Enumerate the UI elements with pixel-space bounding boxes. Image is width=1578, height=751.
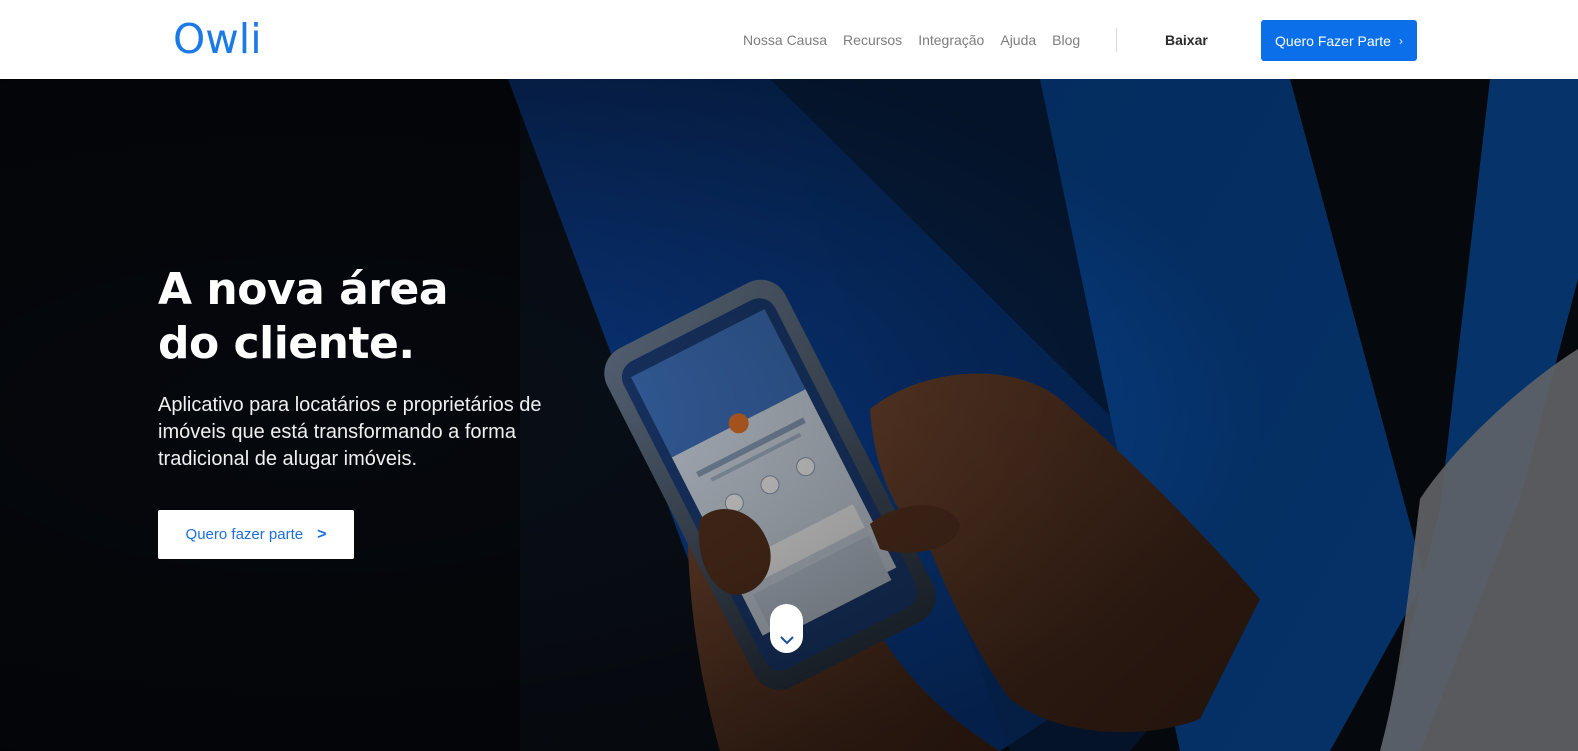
nav-link-ajuda[interactable]: Ajuda — [1000, 30, 1036, 50]
nav-divider — [1116, 28, 1117, 52]
hero-subtitle: Aplicativo para locatários e proprietári… — [158, 394, 542, 470]
owli-logo[interactable]: Owli — [173, 14, 262, 64]
main-nav: Nossa Causa Recursos Integração Ajuda Bl… — [743, 30, 1096, 50]
nav-link-nossa-causa[interactable]: Nossa Causa — [743, 30, 827, 50]
chevron-right-icon: › — [1398, 33, 1403, 48]
hero-cta-button[interactable]: Quero fazer parte > — [158, 510, 354, 559]
download-link[interactable]: Baixar — [1165, 30, 1208, 50]
header-cta-label: Quero Fazer Parte — [1275, 32, 1391, 49]
hero-title-line-2: do cliente. — [158, 318, 415, 369]
scroll-down-button[interactable] — [770, 604, 803, 653]
chevron-down-icon — [779, 636, 794, 645]
nav-link-integracao[interactable]: Integração — [918, 30, 984, 50]
hero-section: A nova área do cliente. Aplicativo para … — [0, 79, 1578, 751]
nav-link-blog[interactable]: Blog — [1052, 30, 1080, 50]
site-header: Owli Nossa Causa Recursos Integração Aju… — [0, 0, 1578, 79]
hero-cta-label: Quero fazer parte — [185, 526, 304, 543]
nav-link-recursos[interactable]: Recursos — [843, 30, 902, 50]
header-cta-button[interactable]: Quero Fazer Parte › — [1261, 20, 1417, 61]
chevron-right-icon: > — [317, 525, 327, 543]
hero-title: A nova área do cliente. — [158, 263, 578, 371]
hero-title-line-1: A nova área — [158, 264, 449, 315]
